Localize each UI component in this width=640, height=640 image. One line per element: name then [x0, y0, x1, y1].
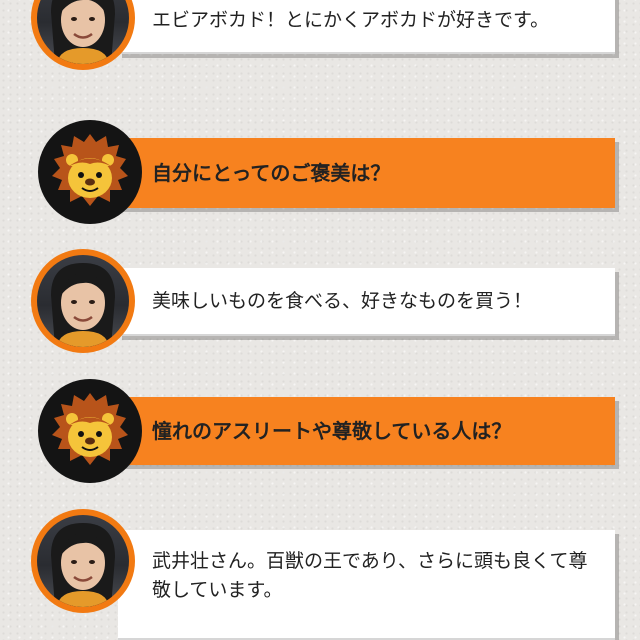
question-text: 憧れのアスリートや尊敬している人は？ — [152, 418, 512, 443]
person-avatar — [31, 249, 135, 353]
answer-bubble: エビアボカド！とにかくアボカドが好きです。 — [118, 0, 615, 54]
answer-text: エビアボカド！とにかくアボカドが好きです。 — [152, 8, 550, 31]
answer-text: 武井壮さん。百獣の王であり、さらに頭も良くて尊敬しています。 — [152, 550, 588, 601]
question-bubble: 憧れのアスリートや尊敬している人は？ — [118, 397, 615, 465]
person-avatar — [31, 0, 135, 70]
answer-text: 美味しいものを食べる、好きなものを買う！ — [152, 289, 533, 312]
question-bubble: 自分にとってのご褒美は？ — [118, 138, 615, 208]
lion-mascot-icon — [38, 379, 142, 483]
lion-mascot-icon — [38, 120, 142, 224]
answer-bubble: 美味しいものを食べる、好きなものを買う！ — [118, 268, 615, 336]
person-avatar — [31, 509, 135, 613]
question-text: 自分にとってのご褒美は？ — [152, 160, 391, 185]
answer-bubble: 武井壮さん。百獣の王であり、さらに頭も良くて尊敬しています。 — [118, 530, 615, 640]
